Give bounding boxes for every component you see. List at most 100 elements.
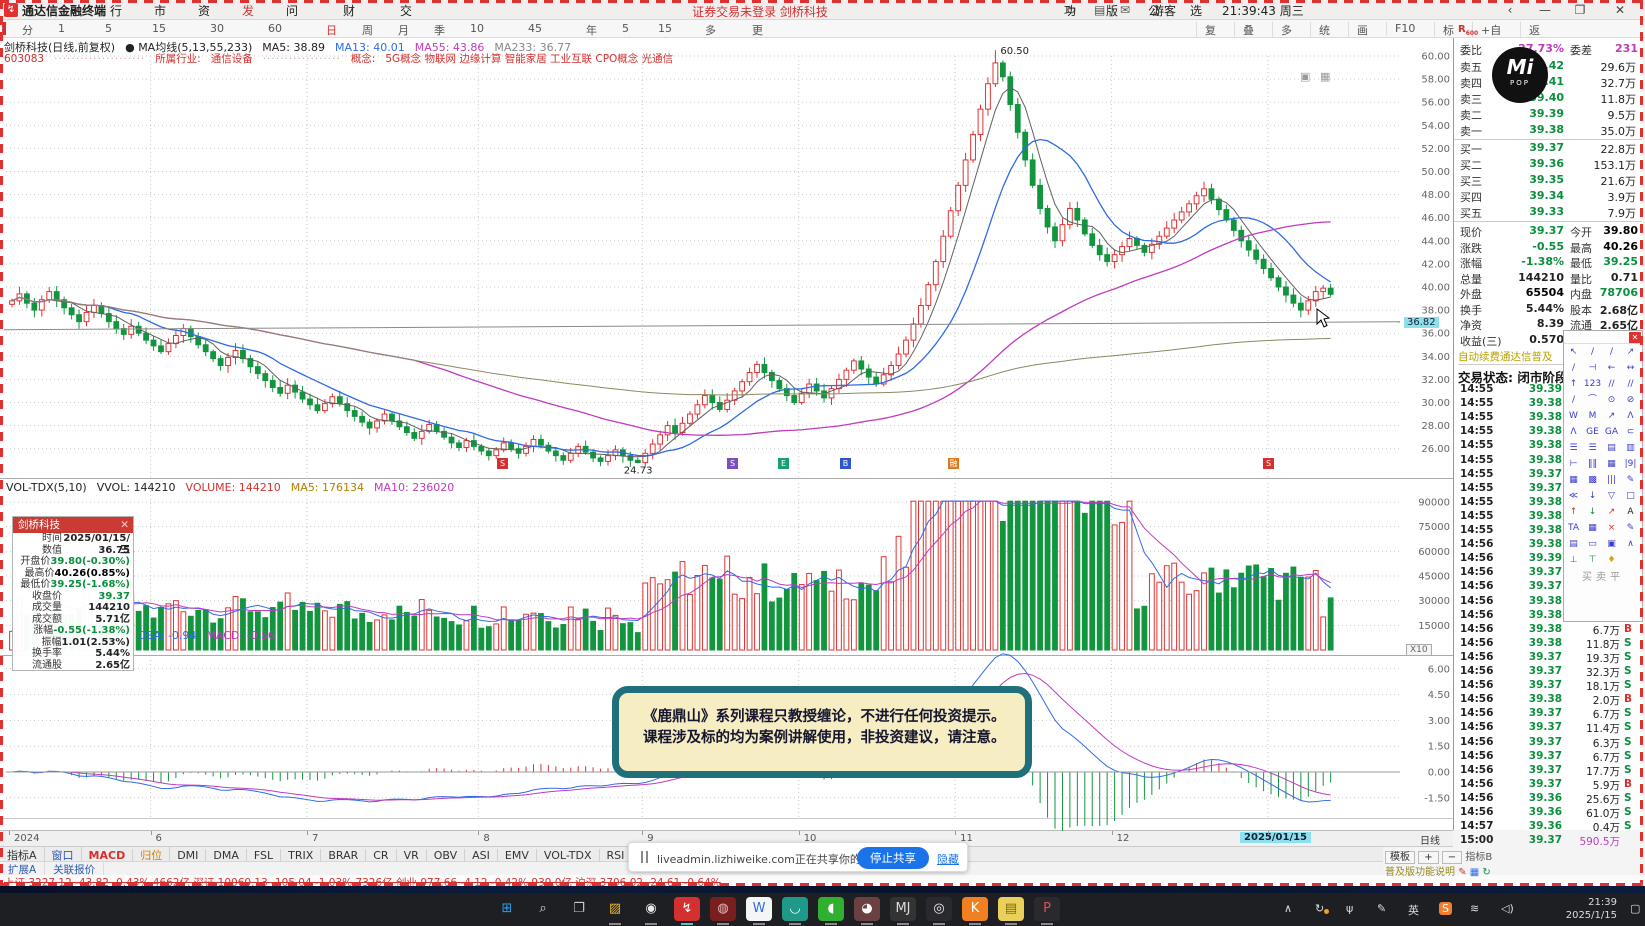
maximize-button[interactable]: ❐	[1565, 1, 1595, 19]
tool-icon[interactable]: ⊣	[1583, 360, 1602, 376]
taskbar-icon-qq[interactable]: ◕	[854, 897, 880, 921]
tab-ASI[interactable]: ASI	[465, 849, 498, 861]
tool-icon[interactable]: ⊥	[1564, 552, 1583, 568]
tool-icon[interactable]: ↖	[1564, 344, 1583, 360]
tab-CR[interactable]: CR	[366, 849, 397, 861]
refresh-mini-icon[interactable]: ↻	[1482, 867, 1490, 878]
close-button[interactable]: ✕	[1605, 1, 1635, 19]
tab-DMA[interactable]: DMA	[206, 849, 247, 861]
tool-icon[interactable]: ×	[1602, 520, 1621, 536]
taskbar-icon-explorer[interactable]: ▨	[602, 897, 628, 921]
tool-icon[interactable]: ⊤	[1583, 552, 1602, 568]
taskbar-icon-media-red[interactable]: ◍	[710, 897, 736, 921]
tool-icon[interactable]: A	[1621, 504, 1640, 520]
event-marker[interactable]: S	[1263, 458, 1274, 469]
tool-icon[interactable]: ≪	[1564, 488, 1583, 504]
tab-VOL-TDX[interactable]: VOL-TDX	[537, 849, 600, 861]
tool-icon[interactable]: GA	[1602, 424, 1621, 440]
tab-归位[interactable]: 归位	[133, 847, 171, 861]
taskbar-icon-teal-app[interactable]: ◡	[782, 897, 808, 921]
tool-icon[interactable]: ⊂	[1621, 424, 1640, 440]
tool-icon[interactable]: ✎	[1621, 472, 1640, 488]
tab-BRAR[interactable]: BRAR	[321, 849, 367, 861]
camera-icon[interactable]: ▣	[1300, 70, 1310, 83]
tool-icon[interactable]: ↑	[1564, 504, 1583, 520]
tool-icon[interactable]: ♦	[1602, 552, 1621, 568]
tool-icon[interactable]: ▦	[1602, 456, 1621, 472]
tool-icon[interactable]: ‖‖	[1583, 456, 1602, 472]
tab-OBV[interactable]: OBV	[427, 849, 466, 861]
tab-MACD[interactable]: MACD	[82, 849, 134, 861]
tool-icon[interactable]: ▩	[1583, 472, 1602, 488]
taskbar-clock[interactable]: 21:39 2025/1/15	[1566, 896, 1617, 922]
tray-volume-icon[interactable]: ◁)	[1501, 902, 1514, 915]
tool-icon[interactable]: /	[1564, 392, 1583, 408]
taskbar-icon-tdx[interactable]: ↯	[674, 897, 700, 921]
tool-icon[interactable]: 123	[1583, 376, 1602, 392]
tray-hidden-icons-icon[interactable]: ∧	[1284, 902, 1292, 915]
stop-share-button[interactable]: 停止共享	[857, 847, 929, 869]
taskbar-icon-task-view[interactable]: ❐	[566, 897, 592, 921]
taskbar-icon-mj[interactable]: MJ	[890, 897, 916, 921]
tab-TRIX[interactable]: TRIX	[281, 849, 322, 861]
tool-icon[interactable]: ☰	[1564, 440, 1583, 456]
minimize-button[interactable]: —	[1530, 1, 1560, 19]
tab-窗口[interactable]: 窗口	[45, 847, 82, 861]
tab-EMV[interactable]: EMV	[498, 849, 537, 861]
tab-indicator-b[interactable]: 指标B	[1465, 852, 1492, 863]
tool-icon[interactable]: //	[1602, 376, 1621, 392]
taskbar-icon-start[interactable]: ⊞	[494, 897, 520, 921]
tool-icon[interactable]: ↗	[1621, 344, 1640, 360]
event-marker[interactable]: E	[778, 458, 789, 469]
collapse-button[interactable]: ‹	[1495, 1, 1525, 19]
tray-sogou-icon[interactable]: S	[1439, 902, 1452, 915]
taskbar-icon-wps[interactable]: W	[746, 897, 772, 921]
tab-VR[interactable]: VR	[397, 849, 427, 861]
palette-titlebar[interactable]: ✕	[1564, 331, 1642, 344]
tool-icon[interactable]: //	[1621, 376, 1640, 392]
tray-notification-icon[interactable]: ▢	[1630, 902, 1640, 915]
period-label[interactable]: 日线	[1420, 832, 1440, 847]
tray-sync-icon[interactable]: ↻	[1315, 902, 1324, 915]
tool-icon[interactable]: TA	[1564, 520, 1583, 536]
tab-DMI[interactable]: DMI	[170, 849, 207, 861]
tool-icon[interactable]: |9|	[1621, 456, 1640, 472]
taskbar-icon-wechat[interactable]: ◖	[818, 897, 844, 921]
tray-mic-icon[interactable]: ψ	[1346, 902, 1353, 915]
tray-pen-icon[interactable]: ✎	[1377, 902, 1386, 915]
tool-icon[interactable]: ▣	[1602, 536, 1621, 552]
tool-icon[interactable]: M	[1583, 408, 1602, 424]
tool-icon[interactable]: ▤	[1564, 536, 1583, 552]
tool-icon[interactable]: Λ	[1621, 408, 1640, 424]
pen-mini-icon[interactable]: ✎	[1458, 867, 1466, 878]
tool-icon[interactable]: ⊙	[1602, 392, 1621, 408]
event-marker[interactable]: 融	[948, 458, 959, 469]
tool-icon[interactable]: ✎	[1621, 520, 1640, 536]
tool-icon[interactable]: ▦	[1564, 472, 1583, 488]
grid-mini-icon[interactable]: ▦	[1470, 867, 1479, 878]
pause-icon[interactable]	[646, 851, 648, 863]
event-marker[interactable]: S	[497, 458, 508, 469]
tab-指标A[interactable]: 指标A	[0, 847, 45, 861]
tool-icon[interactable]: GE	[1583, 424, 1602, 440]
tool-icon[interactable]: /	[1583, 344, 1602, 360]
tool-icon[interactable]: ⊘	[1621, 392, 1640, 408]
tool-icon[interactable]: ←	[1602, 360, 1621, 376]
tool-icon[interactable]: ⊢	[1564, 456, 1583, 472]
tool-icon[interactable]: |||	[1602, 472, 1621, 488]
tool-icon[interactable]: W	[1564, 408, 1583, 424]
tab-FSL[interactable]: FSL	[247, 849, 282, 861]
tool-icon[interactable]: ☰	[1583, 440, 1602, 456]
taskbar-icon-notes[interactable]: ▤	[998, 897, 1024, 921]
tool-icon[interactable]: ∧	[1621, 536, 1640, 552]
tool-icon[interactable]: /	[1602, 344, 1621, 360]
tool-icon[interactable]: ▽	[1602, 488, 1621, 504]
tool-icon[interactable]: ↑	[1564, 376, 1583, 392]
tool-icon[interactable]: ▤	[1602, 440, 1621, 456]
tool-icon[interactable]: ↗	[1602, 504, 1621, 520]
tool-icon[interactable]: ↓	[1583, 504, 1602, 520]
tray-wifi-icon[interactable]: ≋	[1470, 902, 1479, 915]
taskbar-icon-search[interactable]: ⌕	[530, 897, 556, 921]
taskbar-icon-webcam[interactable]: ◎	[926, 897, 952, 921]
tool-icon[interactable]: ▭	[1583, 536, 1602, 552]
